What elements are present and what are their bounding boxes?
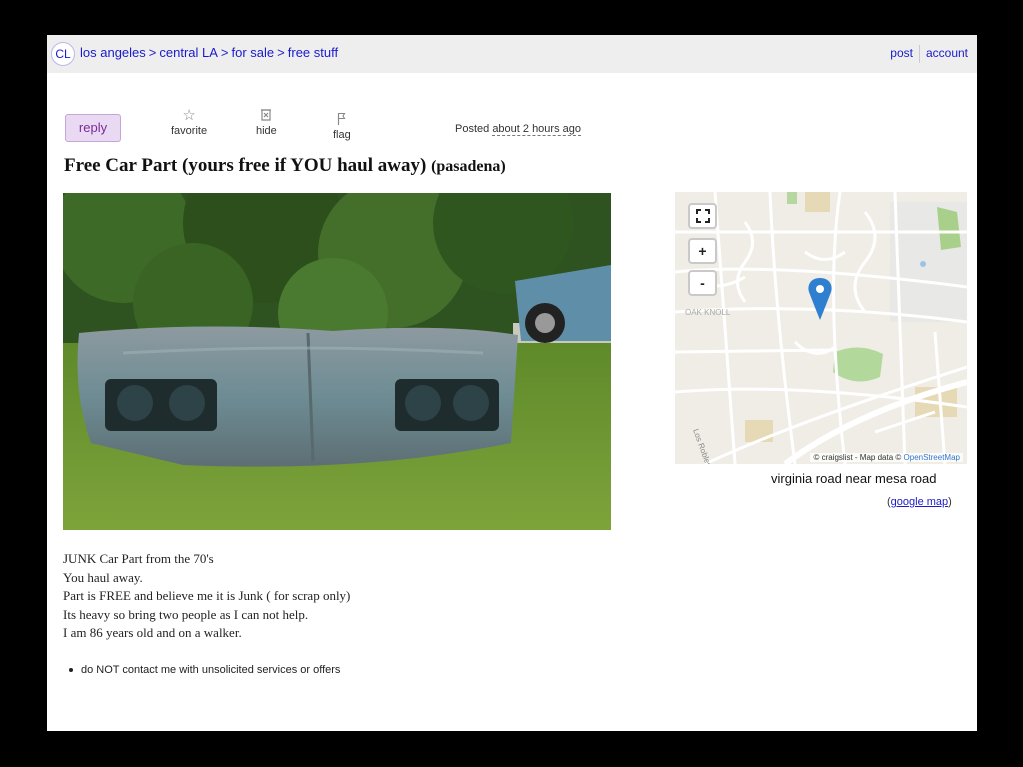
flag-label: flag <box>333 129 351 141</box>
google-map-wrapper: (google map) <box>887 496 952 508</box>
page: CL los angeles > central LA > for sale > free … <box>47 35 977 731</box>
openstreetmap-link[interactable]: OpenStreetMap <box>904 453 960 462</box>
breadcrumb-separator: > <box>148 45 157 60</box>
craigslist-logo[interactable]: CL <box>51 42 75 66</box>
map-attribution: © craigslist - Map data © OpenStreetMap <box>810 453 963 462</box>
hide-label: hide <box>256 125 277 137</box>
hide-icon <box>256 108 277 125</box>
posting-body-line: I am 86 years old and on a walker. <box>63 625 242 640</box>
hide-button[interactable]: hide <box>256 108 277 137</box>
breadcrumb-separator: > <box>277 45 285 60</box>
post-link[interactable]: post <box>890 46 913 60</box>
breadcrumb-for-sale[interactable]: for sale <box>232 45 275 60</box>
breadcrumb: los angeles > central LA > for sale > free stu… <box>80 45 338 60</box>
posting-location: (pasadena) <box>431 158 506 175</box>
posting-body-line: Part is FREE and believe me it is Junk (… <box>63 588 351 603</box>
map-fullscreen-button[interactable] <box>688 203 717 229</box>
map-attribution-prefix: © craigslist - Map data © <box>813 453 902 462</box>
posting-body-line: You haul away. <box>63 569 143 585</box>
posted-prefix: Posted <box>455 123 490 135</box>
account-link[interactable]: account <box>926 46 968 60</box>
star-icon: ☆ <box>182 107 196 124</box>
location-map[interactable]: OAK KNOLL Los Robles + - © craigslist - … <box>675 192 967 464</box>
map-tiles: OAK KNOLL Los Robles <box>675 192 967 464</box>
map-zoom-in-button[interactable]: + <box>688 238 717 264</box>
posting-title-text: Free Car Part (yours free if YOU haul aw… <box>64 155 427 176</box>
map-place-label: OAK KNOLL <box>685 308 731 317</box>
listing-photo[interactable] <box>63 193 611 530</box>
reply-button[interactable]: reply <box>65 114 121 142</box>
favorite-button[interactable]: ☆ favorite <box>171 107 208 138</box>
flag-button[interactable]: flag <box>333 112 351 141</box>
flag-icon <box>333 112 351 129</box>
breadcrumb-free-stuff[interactable]: free stuff <box>288 45 338 60</box>
google-map-link[interactable]: google map <box>891 496 949 508</box>
map-location-text: virginia road near mesa road <box>771 471 937 486</box>
posted-date: Posted about 2 hours ago <box>455 123 581 136</box>
bullet <box>69 668 73 673</box>
breadcrumb-los-angeles[interactable]: los angeles <box>80 45 146 60</box>
posting-body-line: Its heavy so bring two people as I can n… <box>63 606 309 622</box>
posting-body-line: JUNK Car Part from the 70's <box>63 551 214 566</box>
posting-title: Free Car Part (yours free if YOU haul aw… <box>64 155 506 177</box>
breadcrumb-separator: > <box>220 45 229 60</box>
favorite-label: favorite <box>171 125 208 137</box>
notice-list-item: do NOT contact me with unsolicited servi… <box>69 664 340 676</box>
top-links: post account <box>890 45 968 63</box>
notice-text: do NOT contact me with unsolicited servi… <box>81 664 341 676</box>
top-bar: CL los angeles > central LA > for sale > free … <box>47 35 977 73</box>
fullscreen-icon <box>695 209 710 223</box>
top-links-divider <box>918 45 920 63</box>
map-zoom-out-button[interactable]: - <box>688 270 717 296</box>
posted-ago: about 2 hours ago <box>492 123 581 136</box>
car-part-photo <box>63 193 611 530</box>
breadcrumb-central-la[interactable]: central LA <box>159 45 218 60</box>
posting-body: JUNK Car Part from the 70's You haul awa… <box>63 550 350 643</box>
